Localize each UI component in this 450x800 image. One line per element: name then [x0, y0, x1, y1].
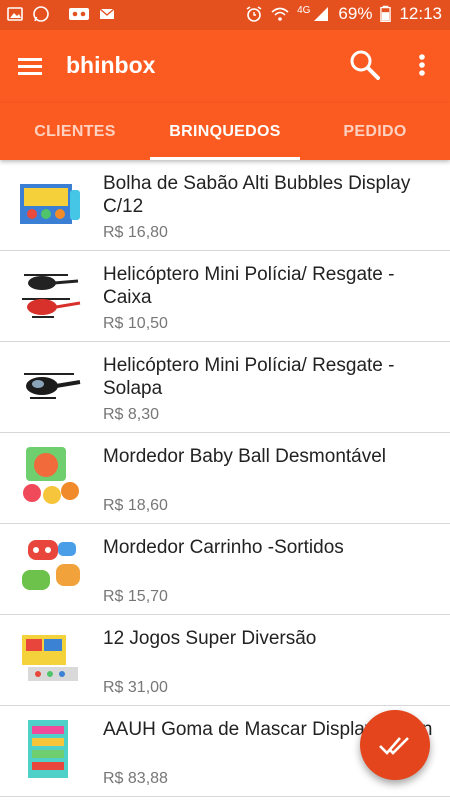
clock: 12:13	[399, 4, 442, 23]
product-price: R$ 10,50	[103, 315, 168, 332]
list-item[interactable]: 12 Jogos Super Diversão R$ 31,00	[0, 615, 450, 706]
list-item[interactable]: Mordedor Carrinho -Sortidos R$ 15,70	[0, 524, 450, 615]
product-thumbnail-helicopter-box	[22, 274, 81, 318]
confirm-fab[interactable]	[360, 710, 430, 780]
product-name: Helicóptero Mini Polícia/ Resgate - Caix…	[103, 264, 395, 308]
product-thumbnail-helicopter-card	[24, 373, 81, 399]
battery-icon	[380, 5, 392, 22]
more-vert-icon[interactable]	[410, 50, 434, 80]
wifi-icon	[271, 7, 289, 21]
gallery-icon	[7, 7, 23, 21]
product-name: Mordedor Carrinho -Sortidos	[103, 537, 344, 558]
product-price: R$ 18,60	[103, 497, 168, 514]
tab-brinquedos[interactable]: BRINQUEDOS	[150, 103, 300, 160]
app-title: bhinbox	[66, 52, 156, 78]
product-name: Helicóptero Mini Polícia/ Resgate - Sola…	[103, 355, 395, 399]
double-check-icon	[379, 737, 409, 755]
product-price: R$ 8,30	[103, 406, 160, 423]
tab-bar: CLIENTES BRINQUEDOS PEDIDO	[0, 103, 450, 160]
product-name: 12 Jogos Super Diversão	[103, 628, 317, 649]
list-item[interactable]: Helicóptero Mini Polícia/ Resgate - Sola…	[0, 342, 450, 433]
product-price: R$ 16,80	[103, 224, 168, 241]
system-icons: 4G 69% 12:13	[245, 4, 442, 24]
signal-icon	[314, 7, 329, 21]
network-badge: 4G	[297, 4, 311, 16]
product-price: R$ 15,70	[103, 588, 168, 605]
search-icon[interactable]	[348, 48, 382, 82]
product-name: Mordedor Baby Ball Desmontável	[103, 446, 387, 467]
product-thumbnail-teether-cars	[22, 540, 80, 590]
whatsapp-icon	[33, 6, 49, 22]
product-thumbnail-games-set	[22, 635, 78, 681]
alarm-icon	[246, 6, 262, 22]
app-bar: bhinbox	[0, 30, 450, 103]
notification-icons	[6, 5, 116, 23]
product-thumbnail-baby-ball	[23, 447, 79, 504]
product-price: R$ 83,88	[103, 770, 168, 787]
tab-clientes[interactable]: CLIENTES	[0, 103, 150, 160]
list-item[interactable]: Bolha de Sabão Alti Bubbles Display C/12…	[0, 160, 450, 251]
list-item[interactable]: Helicóptero Mini Polícia/ Resgate - Caix…	[0, 251, 450, 342]
voicemail-icon	[69, 8, 89, 20]
hamburger-menu-icon[interactable]	[16, 52, 44, 80]
battery-percent: 69%	[338, 4, 373, 23]
mail-icon	[99, 8, 115, 19]
list-item[interactable]: Mordedor Baby Ball Desmontável R$ 18,60	[0, 433, 450, 524]
status-bar: 4G 69% 12:13	[0, 0, 450, 30]
tab-pedido[interactable]: PEDIDO	[300, 103, 450, 160]
product-thumbnail-bubbles	[20, 184, 80, 224]
product-price: R$ 31,00	[103, 679, 168, 696]
product-thumbnail-gum-display	[28, 720, 68, 778]
product-name: Bolha de Sabão Alti Bubbles Display C/12	[103, 173, 411, 217]
product-list: Bolha de Sabão Alti Bubbles Display C/12…	[0, 160, 450, 800]
